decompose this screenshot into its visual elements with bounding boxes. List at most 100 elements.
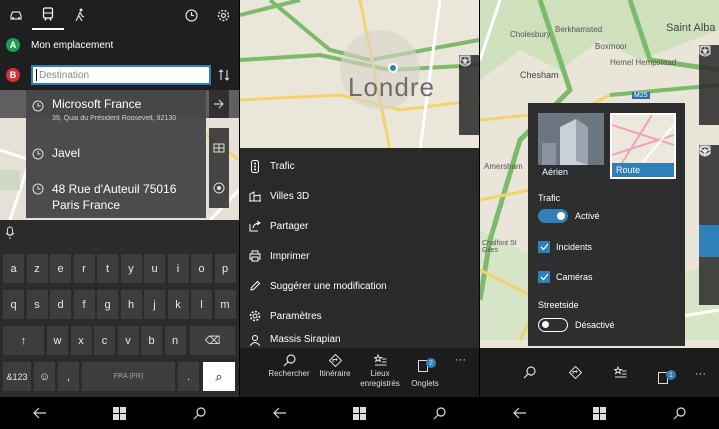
incidents-checkbox[interactable] (538, 241, 550, 253)
destination-input[interactable]: Destination (31, 65, 211, 85)
search-icon[interactable] (429, 403, 449, 423)
favorites-icon (373, 354, 386, 366)
key-y[interactable]: y (120, 254, 142, 283)
clock-icon[interactable] (175, 0, 207, 30)
search-key[interactable]: ⌕ (203, 362, 235, 391)
menu-item-suggest-edit[interactable]: Suggérer une modification (240, 271, 479, 301)
menu-item-3d-cities[interactable]: Villes 3D (240, 181, 479, 211)
appbar-tabs[interactable]: 2 Onglets (400, 348, 450, 397)
period-key[interactable]: . (178, 362, 199, 391)
map-place-label: Chalfont St Giles (482, 240, 517, 254)
key-x[interactable]: x (70, 326, 92, 355)
back-icon[interactable] (30, 403, 50, 423)
appbar-tabs[interactable]: 1 (640, 348, 690, 397)
key-h[interactable]: h (120, 290, 142, 319)
start-row[interactable]: A Mon emplacement (0, 30, 239, 60)
streetside-toggle-row[interactable]: Désactivé (538, 318, 615, 332)
more-options-icon[interactable]: ··· (695, 368, 706, 380)
menu-item-account[interactable]: Massis Sirapian (240, 330, 479, 348)
menu-item-print[interactable]: Imprimer (240, 241, 479, 271)
traffic-toggle[interactable] (538, 209, 568, 223)
arrow-right-icon[interactable] (209, 90, 229, 118)
traffic-toggle-row[interactable]: Activé (538, 209, 600, 223)
cameras-row[interactable]: Caméras (538, 271, 593, 283)
appbar-directions[interactable]: Itinéraire (310, 348, 360, 397)
key-a[interactable]: a (3, 254, 24, 283)
bus-icon[interactable] (32, 0, 64, 30)
car-icon[interactable] (0, 0, 32, 30)
menu-item-share[interactable]: Partager (240, 211, 479, 241)
buildings-icon[interactable] (209, 128, 229, 168)
suggestion-title: 48 Rue d'Auteuil 75016 Paris France (52, 182, 177, 212)
appbar-search[interactable] (504, 348, 554, 397)
map-city-label: Londre (348, 72, 435, 102)
incidents-row[interactable]: Incidents (538, 241, 592, 253)
key-s[interactable]: s (26, 290, 48, 319)
appbar-saved-places[interactable]: Lieux enregistrés (355, 348, 405, 397)
menu-item-settings[interactable]: Paramètres (240, 301, 479, 331)
walk-icon[interactable] (64, 0, 96, 30)
key-q[interactable]: q (3, 290, 24, 319)
layers-icon[interactable] (699, 145, 719, 257)
comma-key[interactable]: , (58, 362, 79, 391)
search-icon[interactable] (189, 403, 209, 423)
gear-icon[interactable] (207, 0, 239, 30)
streetside-toggle[interactable] (538, 318, 568, 332)
appbar-search[interactable]: Rechercher (264, 348, 314, 397)
key-b[interactable]: b (141, 326, 162, 355)
key-w[interactable]: w (47, 326, 68, 355)
key-e[interactable]: e (50, 254, 71, 283)
suggestion-title: Javel (52, 146, 81, 160)
windows-icon[interactable] (349, 403, 369, 423)
menu-item-traffic[interactable]: Trafic (240, 151, 479, 181)
key-d[interactable]: d (50, 290, 71, 319)
appbar-saved-places[interactable] (595, 348, 645, 397)
key-n[interactable]: n (164, 326, 186, 355)
key-g[interactable]: g (97, 290, 118, 319)
app-bar: 1 ··· (480, 348, 719, 397)
map-layers-screen: Saint Alba Chesham Cholesbury Berkhamste… (480, 0, 719, 429)
cameras-checkbox[interactable] (538, 271, 550, 283)
space-key[interactable]: FRA (FR) (82, 362, 175, 391)
emoji-key[interactable]: ☺ (34, 362, 55, 391)
appbar-directions[interactable] (550, 348, 600, 397)
aerial-option[interactable]: Aérien (538, 113, 604, 179)
key-i[interactable]: i (167, 254, 189, 283)
key-r[interactable]: r (73, 254, 95, 283)
key-u[interactable]: u (144, 254, 165, 283)
swap-icon[interactable] (211, 68, 237, 82)
key-v[interactable]: v (117, 326, 139, 355)
location-pin-icon[interactable] (388, 63, 398, 73)
search-icon[interactable] (669, 403, 689, 423)
map-side-controls (209, 128, 229, 208)
destination-placeholder: Destination (39, 69, 90, 81)
key-j[interactable]: j (144, 290, 165, 319)
map-layers-panel: Aérien Route Trafic Activé Incidents Cam… (528, 103, 685, 346)
suggestion-list: Microsoft France 39, Quai du Président R… (26, 90, 206, 218)
key-o[interactable]: o (191, 254, 212, 283)
locate-icon[interactable] (459, 55, 479, 135)
key-p[interactable]: p (214, 254, 236, 283)
shift-key[interactable]: ↑ (3, 326, 44, 355)
numbers-key[interactable]: &123 (3, 362, 31, 391)
key-t[interactable]: t (97, 254, 118, 283)
windows-icon[interactable] (109, 403, 129, 423)
key-c[interactable]: c (94, 326, 115, 355)
locate-icon[interactable] (699, 45, 719, 125)
locate-icon[interactable] (699, 145, 719, 225)
key-f[interactable]: f (73, 290, 95, 319)
key-l[interactable]: l (191, 290, 212, 319)
backspace-key[interactable]: ⌫ (190, 326, 235, 355)
key-k[interactable]: k (167, 290, 189, 319)
road-option[interactable]: Route (610, 113, 676, 179)
microphone-icon[interactable] (5, 226, 15, 245)
locate-icon[interactable] (209, 168, 229, 208)
aerial-label: Aérien (538, 165, 604, 179)
back-icon[interactable] (270, 403, 290, 423)
more-options-icon[interactable]: ··· (455, 354, 466, 366)
key-z[interactable]: z (26, 254, 48, 283)
windows-icon[interactable] (589, 403, 609, 423)
back-icon[interactable] (510, 403, 530, 423)
suggestion-title: Microsoft France (52, 97, 142, 111)
key-m[interactable]: m (214, 290, 236, 319)
